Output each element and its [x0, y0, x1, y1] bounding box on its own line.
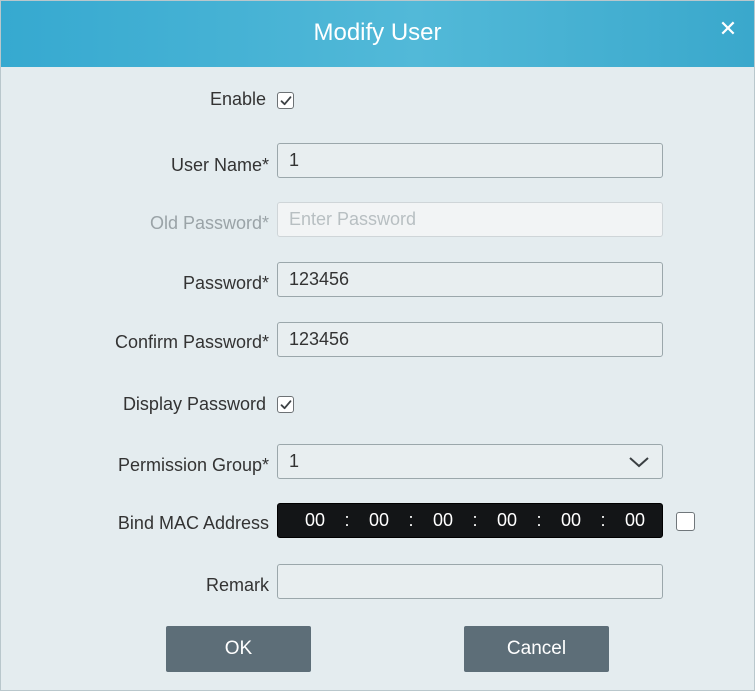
checkmark-icon [280, 400, 292, 410]
enable-label: Enable [209, 89, 266, 109]
user-name-label: User Name* [170, 155, 269, 175]
mac-octet[interactable]: 00 [428, 510, 458, 531]
password-input[interactable] [277, 262, 663, 297]
mac-separator: : [600, 510, 606, 530]
mac-octet[interactable]: 00 [300, 510, 330, 531]
password-label: Password* [182, 273, 269, 293]
confirm-password-label: Confirm Password* [114, 332, 269, 352]
display-password-checkbox[interactable] [277, 396, 294, 413]
confirm-password-input[interactable] [277, 322, 663, 357]
mac-separator: : [408, 510, 414, 530]
cancel-button[interactable]: Cancel [464, 626, 609, 672]
mac-separator: : [472, 510, 478, 530]
checkmark-icon [280, 96, 292, 106]
mac-octet[interactable]: 00 [620, 510, 650, 531]
bind-mac-checkbox[interactable] [676, 512, 695, 531]
bind-mac-label: Bind MAC Address [117, 513, 269, 533]
close-icon[interactable]: ✕ [716, 17, 740, 41]
old-password-input[interactable] [277, 202, 663, 237]
user-name-input[interactable] [277, 143, 663, 178]
ok-button[interactable]: OK [166, 626, 311, 672]
permission-group-value: 1 [289, 451, 300, 471]
chevron-down-icon [629, 456, 649, 467]
display-password-label: Display Password [122, 394, 266, 414]
mac-octet[interactable]: 00 [556, 510, 586, 531]
remark-label: Remark [205, 575, 269, 595]
permission-group-label: Permission Group* [117, 455, 269, 475]
mac-separator: : [344, 510, 350, 530]
title-bar[interactable]: Modify User ✕ [1, 1, 754, 67]
mac-address-input[interactable]: 00 : 00 : 00 : 00 : 00 : 00 [277, 503, 663, 538]
enable-checkbox[interactable] [277, 92, 294, 109]
remark-input[interactable] [277, 564, 663, 599]
mac-octet[interactable]: 00 [364, 510, 394, 531]
old-password-label: Old Password* [149, 213, 269, 233]
mac-octet[interactable]: 00 [492, 510, 522, 531]
modify-user-dialog: Modify User ✕ Enable User Name* Old Pass… [0, 0, 755, 691]
mac-separator: : [536, 510, 542, 530]
dialog-title: Modify User [313, 19, 442, 46]
permission-group-select[interactable]: 1 [277, 444, 663, 479]
